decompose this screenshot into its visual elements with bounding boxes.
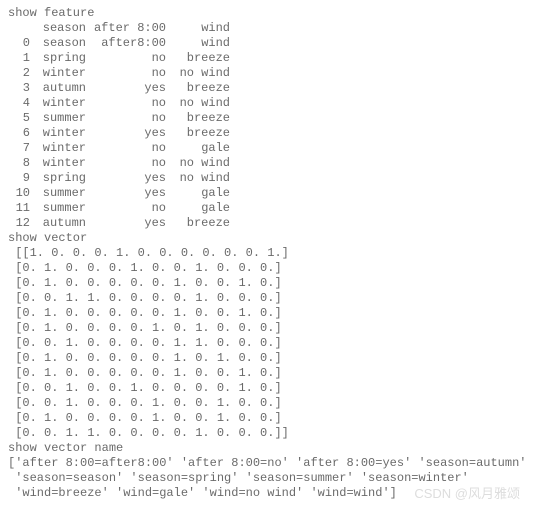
cell-wind: breeze [166,216,230,231]
col-idx [8,21,30,36]
table-row: 4winternono wind [8,96,230,111]
cell-wind: no wind [166,171,230,186]
cell-season: winter [30,141,86,156]
cell-season: winter [30,66,86,81]
cell-wind: breeze [166,126,230,141]
vector-row: [0. 1. 0. 0. 0. 0. 0. 1. 0. 0. 1. 0.] [8,276,532,291]
cell-idx: 12 [8,216,30,231]
vector-name-row: 'wind=breeze' 'wind=gale' 'wind=no wind'… [8,486,532,501]
cell-after: yes [86,126,166,141]
cell-after: no [86,96,166,111]
vector-row: [0. 1. 0. 0. 0. 0. 1. 0. 1. 0. 0. 0.] [8,321,532,336]
cell-after: no [86,51,166,66]
table-row: 8winternono wind [8,156,230,171]
col-wind: wind [166,36,230,51]
cell-wind: no wind [166,96,230,111]
cell-wind: breeze [166,111,230,126]
cell-idx: 1 [8,51,30,66]
cell-idx: 10 [8,186,30,201]
cell-season: summer [30,111,86,126]
cell-after: yes [86,171,166,186]
cell-wind: gale [166,141,230,156]
vector-row: [0. 0. 1. 0. 0. 0. 1. 0. 0. 1. 0. 0.] [8,396,532,411]
heading-show-feature: show feature [8,6,532,21]
cell-season: summer [30,186,86,201]
cell-season: autumn [30,216,86,231]
cell-wind: no wind [166,156,230,171]
vector-row: [0. 0. 1. 1. 0. 0. 0. 0. 1. 0. 0. 0.]] [8,426,532,441]
cell-wind: breeze [166,51,230,66]
cell-season: winter [30,126,86,141]
vector-row: [0. 0. 1. 0. 0. 1. 0. 0. 0. 0. 1. 0.] [8,381,532,396]
table-row: 7winternogale [8,141,230,156]
col-season: season [30,21,86,36]
cell-idx: 7 [8,141,30,156]
cell-idx: 3 [8,81,30,96]
cell-after: yes [86,216,166,231]
cell-after: no [86,141,166,156]
cell-idx: 6 [8,126,30,141]
vector-name-row: 'season=season' 'season=spring' 'season=… [8,471,532,486]
cell-season: summer [30,201,86,216]
table-row: 1springnobreeze [8,51,230,66]
vector-row: [0. 1. 0. 0. 0. 0. 0. 1. 0. 0. 1. 0.] [8,366,532,381]
col-after: after8:00 [86,36,166,51]
cell-after: yes [86,186,166,201]
table-row: 3autumnyesbreeze [8,81,230,96]
cell-after: no [86,111,166,126]
cell-season: winter [30,96,86,111]
cell-idx: 2 [8,66,30,81]
vector-name-row: ['after 8:00=after8:00' 'after 8:00=no' … [8,456,532,471]
col-after: after 8:00 [86,21,166,36]
cell-season: autumn [30,81,86,96]
cell-after: no [86,156,166,171]
heading-show-vector: show vector [8,231,532,246]
table-row: 6winteryesbreeze [8,126,230,141]
table-row: 12autumnyesbreeze [8,216,230,231]
col-idx: 0 [8,36,30,51]
table-header-row0: 0 season after8:00 wind [8,36,230,51]
vector-row: [0. 1. 0. 0. 0. 1. 0. 0. 1. 0. 0. 0.] [8,261,532,276]
cell-after: no [86,66,166,81]
table-row: 11summernogale [8,201,230,216]
table-row: 2winternono wind [8,66,230,81]
cell-wind: breeze [166,81,230,96]
vector-row: [[1. 0. 0. 0. 1. 0. 0. 0. 0. 0. 0. 1.] [8,246,532,261]
table-row: 10summeryesgale [8,186,230,201]
table-header-blank: season after 8:00 wind [8,21,230,36]
cell-idx: 4 [8,96,30,111]
cell-wind: gale [166,201,230,216]
cell-wind: gale [166,186,230,201]
cell-after: no [86,201,166,216]
table-row: 9springyesno wind [8,171,230,186]
vector-row: [0. 0. 1. 0. 0. 0. 0. 1. 1. 0. 0. 0.] [8,336,532,351]
table-row: 5summernobreeze [8,111,230,126]
vector-row: [0. 1. 0. 0. 0. 0. 0. 1. 0. 0. 1. 0.] [8,306,532,321]
cell-idx: 11 [8,201,30,216]
vector-name-list: ['after 8:00=after8:00' 'after 8:00=no' … [8,456,532,501]
cell-wind: no wind [166,66,230,81]
feature-table: season after 8:00 wind 0 season after8:0… [8,21,230,231]
heading-show-vector-name: show vector name [8,441,532,456]
cell-idx: 8 [8,156,30,171]
col-wind: wind [166,21,230,36]
vector-matrix: [[1. 0. 0. 0. 1. 0. 0. 0. 0. 0. 0. 1.] [… [8,246,532,441]
cell-season: spring [30,171,86,186]
vector-row: [0. 1. 0. 0. 0. 0. 1. 0. 0. 1. 0. 0.] [8,411,532,426]
cell-after: yes [86,81,166,96]
vector-row: [0. 1. 0. 0. 0. 0. 0. 1. 0. 1. 0. 0.] [8,351,532,366]
cell-idx: 9 [8,171,30,186]
vector-row: [0. 0. 1. 1. 0. 0. 0. 0. 1. 0. 0. 0.] [8,291,532,306]
col-season: season [30,36,86,51]
cell-season: spring [30,51,86,66]
cell-idx: 5 [8,111,30,126]
cell-season: winter [30,156,86,171]
